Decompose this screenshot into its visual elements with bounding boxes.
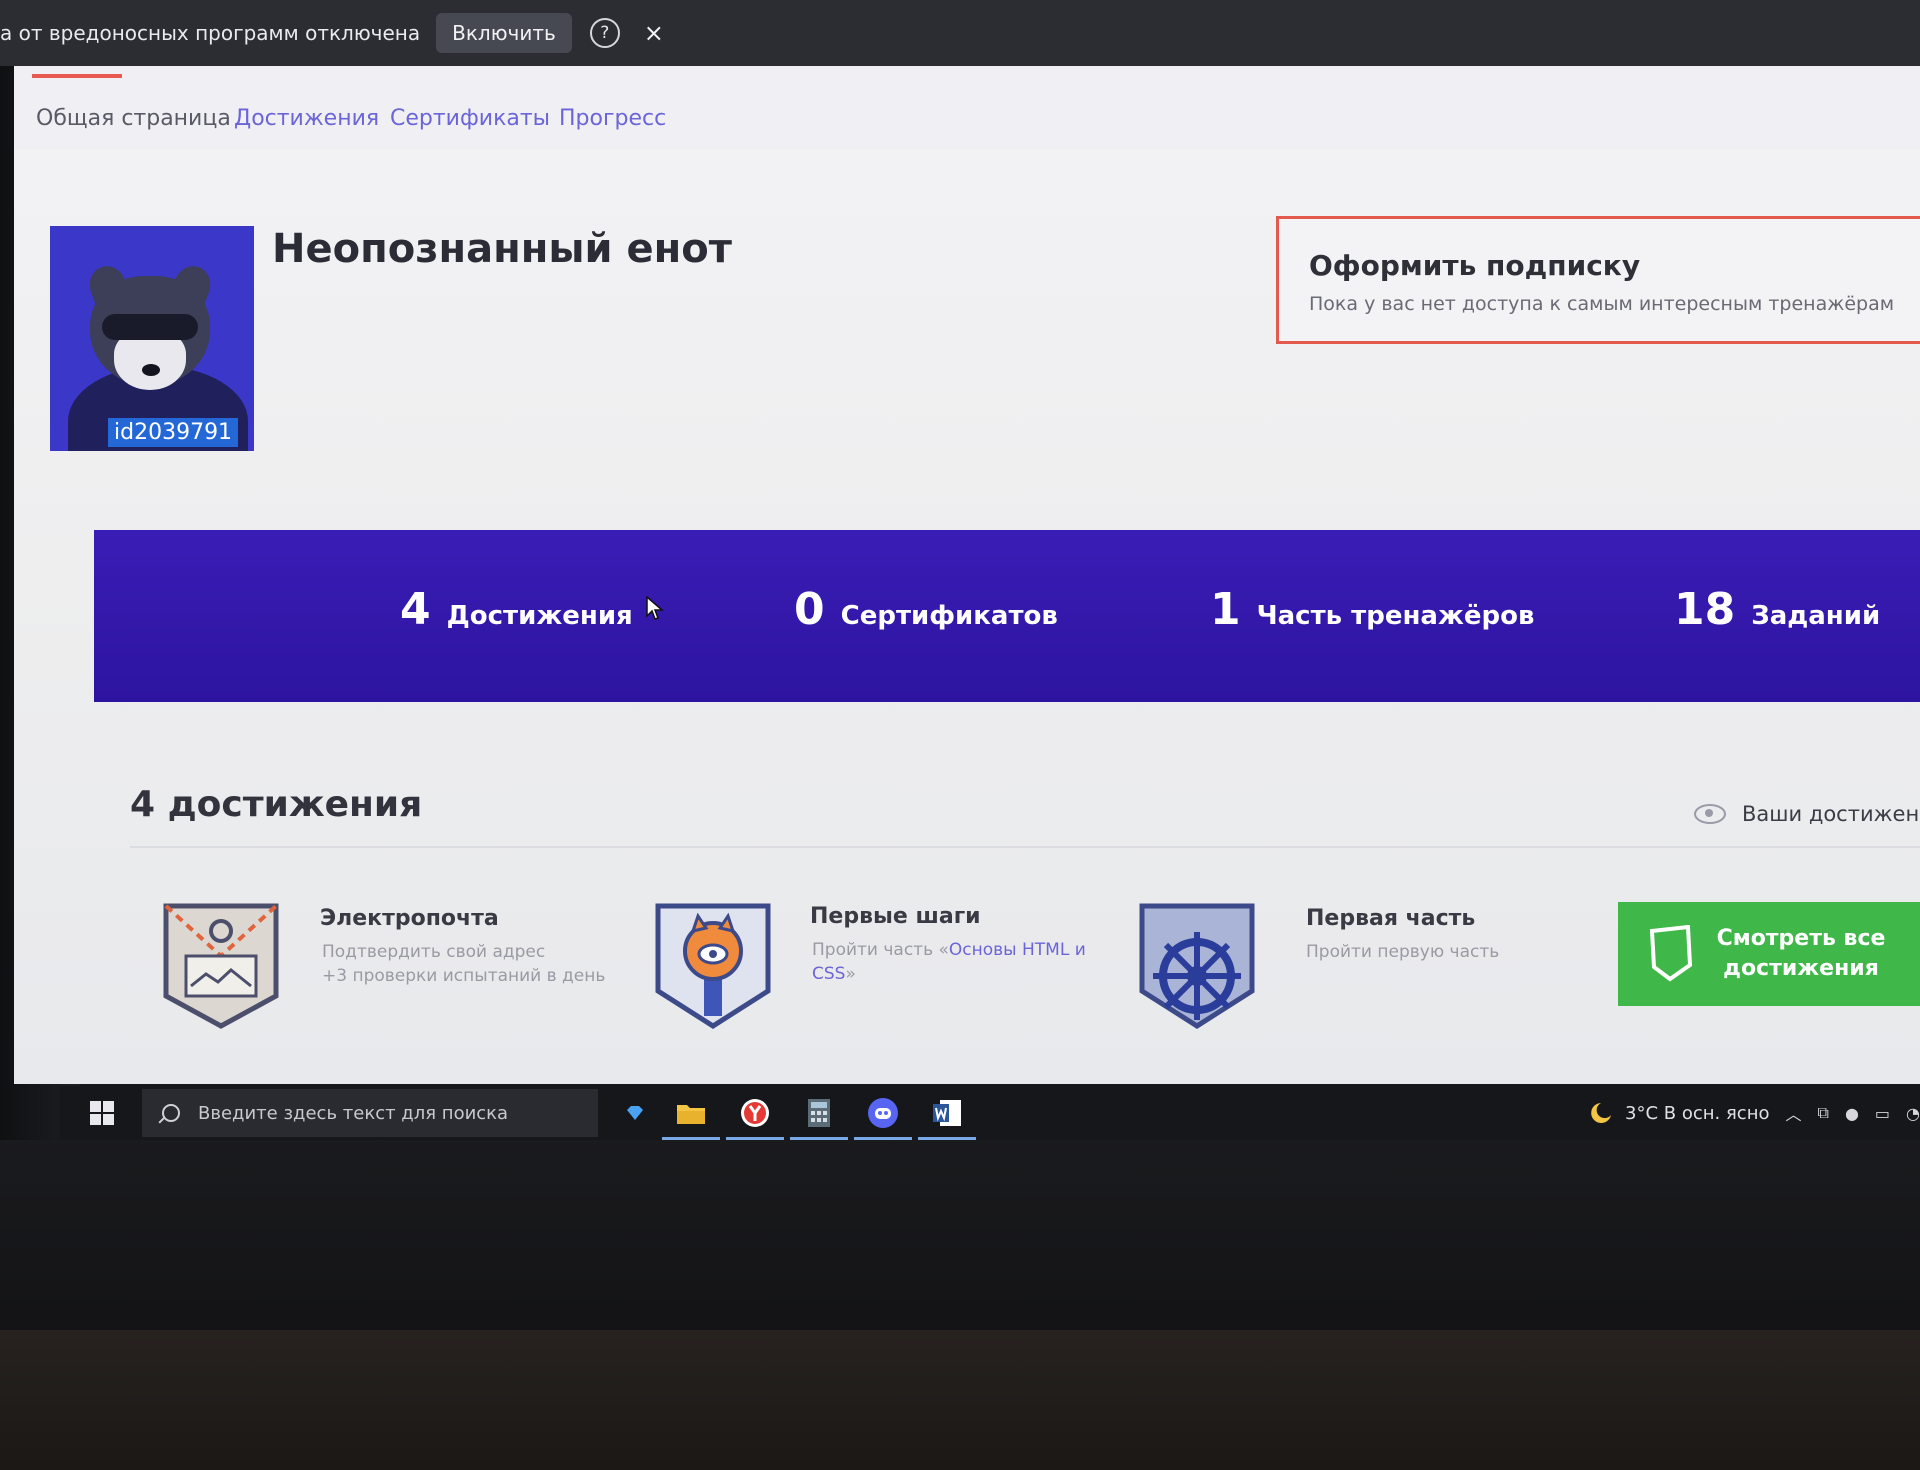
achievement-desc-text: » (845, 964, 856, 984)
network-icon[interactable]: ⧉ (1818, 1103, 1829, 1123)
stat-tasks: 18 Заданий (1674, 584, 1880, 635)
achievements-visibility-label: Ваши достижени (1742, 802, 1920, 826)
word-icon[interactable] (918, 1090, 976, 1140)
weather-moon-icon (1591, 1103, 1612, 1123)
close-icon[interactable]: × (644, 19, 664, 47)
active-app-indicator (662, 1137, 720, 1140)
achievement-title: Первые шаги (810, 904, 981, 929)
stat-label: Достижения (446, 601, 633, 631)
avatar-raccoon-nose (142, 364, 160, 376)
mouse-cursor-icon (646, 596, 664, 620)
achievement-title: Электропочта (320, 906, 499, 931)
email-badge-icon (163, 903, 279, 1029)
see-all-label: Смотреть все достижения (1716, 926, 1886, 981)
shield-icon (1649, 925, 1693, 982)
stat-value: 18 (1674, 584, 1736, 635)
achievements-heading: 4 достижения (130, 784, 423, 825)
system-tray: 3°C В осн. ясно ︿ ⧉ ● ▭ ◔ (1587, 1086, 1920, 1140)
stats-band: 4 Достижения 0 Сертификатов 1 Часть трен… (94, 530, 1920, 702)
eye-icon (1694, 804, 1726, 824)
active-app-indicator (854, 1137, 912, 1140)
enable-button[interactable]: Включить (436, 13, 572, 53)
stat-value: 1 (1210, 584, 1241, 635)
security-notification-bar: а от вредоносных программ отключена Вклю… (0, 0, 1920, 66)
achievements-visibility-toggle[interactable]: Ваши достижени (1694, 802, 1920, 826)
achievement-desc: Подтвердить свой адрес +3 проверки испыт… (322, 940, 622, 988)
weather-text[interactable]: 3°C В осн. ясно (1625, 1103, 1769, 1124)
tab-overview[interactable]: Общая страница (36, 106, 231, 131)
discord-icon[interactable] (854, 1090, 912, 1140)
subscribe-card[interactable]: Оформить подписку Пока у вас нет доступа… (1276, 216, 1920, 344)
battery-icon[interactable]: ▭ (1875, 1104, 1890, 1123)
stat-label: Заданий (1751, 601, 1881, 631)
achievement-desc-line: Пройти первую часть (1306, 942, 1500, 962)
help-icon[interactable]: ? (589, 18, 620, 48)
stat-value: 0 (794, 584, 825, 635)
yandex-browser-icon[interactable] (726, 1090, 784, 1140)
achievement-desc: Пройти часть «Основы HTML и CSS» (812, 938, 1112, 986)
ship-wheel-badge-icon (1139, 903, 1255, 1029)
achievement-desc: Пройти первую часть (1306, 940, 1606, 964)
section-divider (130, 846, 1920, 848)
stat-achievements: 4 Достижения (400, 584, 633, 635)
first-steps-badge-icon (655, 903, 771, 1029)
active-app-indicator (790, 1137, 848, 1140)
microphone-icon[interactable]: ● (1845, 1104, 1859, 1123)
search-placeholder: Введите здесь текст для поиска (198, 1102, 509, 1124)
subscribe-title[interactable]: Оформить подписку (1309, 249, 1640, 282)
screen: Общая страница Достижения Сертификаты Пр… (0, 0, 1920, 1140)
stat-value: 4 (400, 584, 431, 635)
windows-start-icon[interactable] (90, 1101, 114, 1125)
achievement-title: Первая часть (1306, 906, 1476, 931)
see-all-achievements-button[interactable]: Смотреть все достижения (1618, 902, 1920, 1006)
notification-text: а от вредоносных программ отключена (0, 21, 421, 45)
file-explorer-icon[interactable] (662, 1090, 720, 1140)
achievement-desc-text: Пройти часть « (812, 940, 949, 960)
stat-label: Часть тренажёров (1256, 601, 1535, 631)
stat-certificates: 0 Сертификатов (794, 584, 1058, 635)
taskbar-search-input[interactable]: Введите здесь текст для поиска (142, 1089, 598, 1137)
avatar[interactable]: id2039791 (50, 226, 254, 451)
calculator-icon[interactable] (790, 1090, 848, 1140)
keyboard-edge (0, 1330, 1920, 1470)
chevron-up-icon[interactable]: ︿ (1785, 1101, 1801, 1125)
profile-name: Неопознанный енот (272, 226, 732, 272)
achievement-desc-line: Подтвердить свой адрес (322, 942, 546, 962)
search-icon (162, 1104, 180, 1122)
active-app-indicator (726, 1137, 784, 1140)
avatar-raccoon-mask (102, 314, 198, 340)
active-tab-indicator (32, 74, 122, 78)
stat-trainer-parts: 1 Часть тренажёров (1210, 584, 1534, 635)
tab-progress[interactable]: Прогресс (559, 106, 666, 131)
tab-achievements[interactable]: Достижения (234, 106, 379, 131)
active-app-indicator (918, 1137, 976, 1140)
user-id-label: id2039791 (108, 418, 239, 447)
subscribe-subtitle: Пока у вас нет доступа к самым интересны… (1309, 293, 1895, 315)
wifi-icon[interactable]: ◔ (1906, 1104, 1920, 1123)
tab-certificates[interactable]: Сертификаты (390, 106, 550, 131)
profile-page: Общая страница Достижения Сертификаты Пр… (14, 44, 1920, 1084)
stat-label: Сертификатов (840, 601, 1058, 631)
taskbar: Введите здесь текст для поиска 3°C В осн… (60, 1086, 1920, 1140)
diamond-icon[interactable] (620, 1090, 650, 1136)
achievement-desc-line: +3 проверки испытаний в день (322, 966, 606, 986)
